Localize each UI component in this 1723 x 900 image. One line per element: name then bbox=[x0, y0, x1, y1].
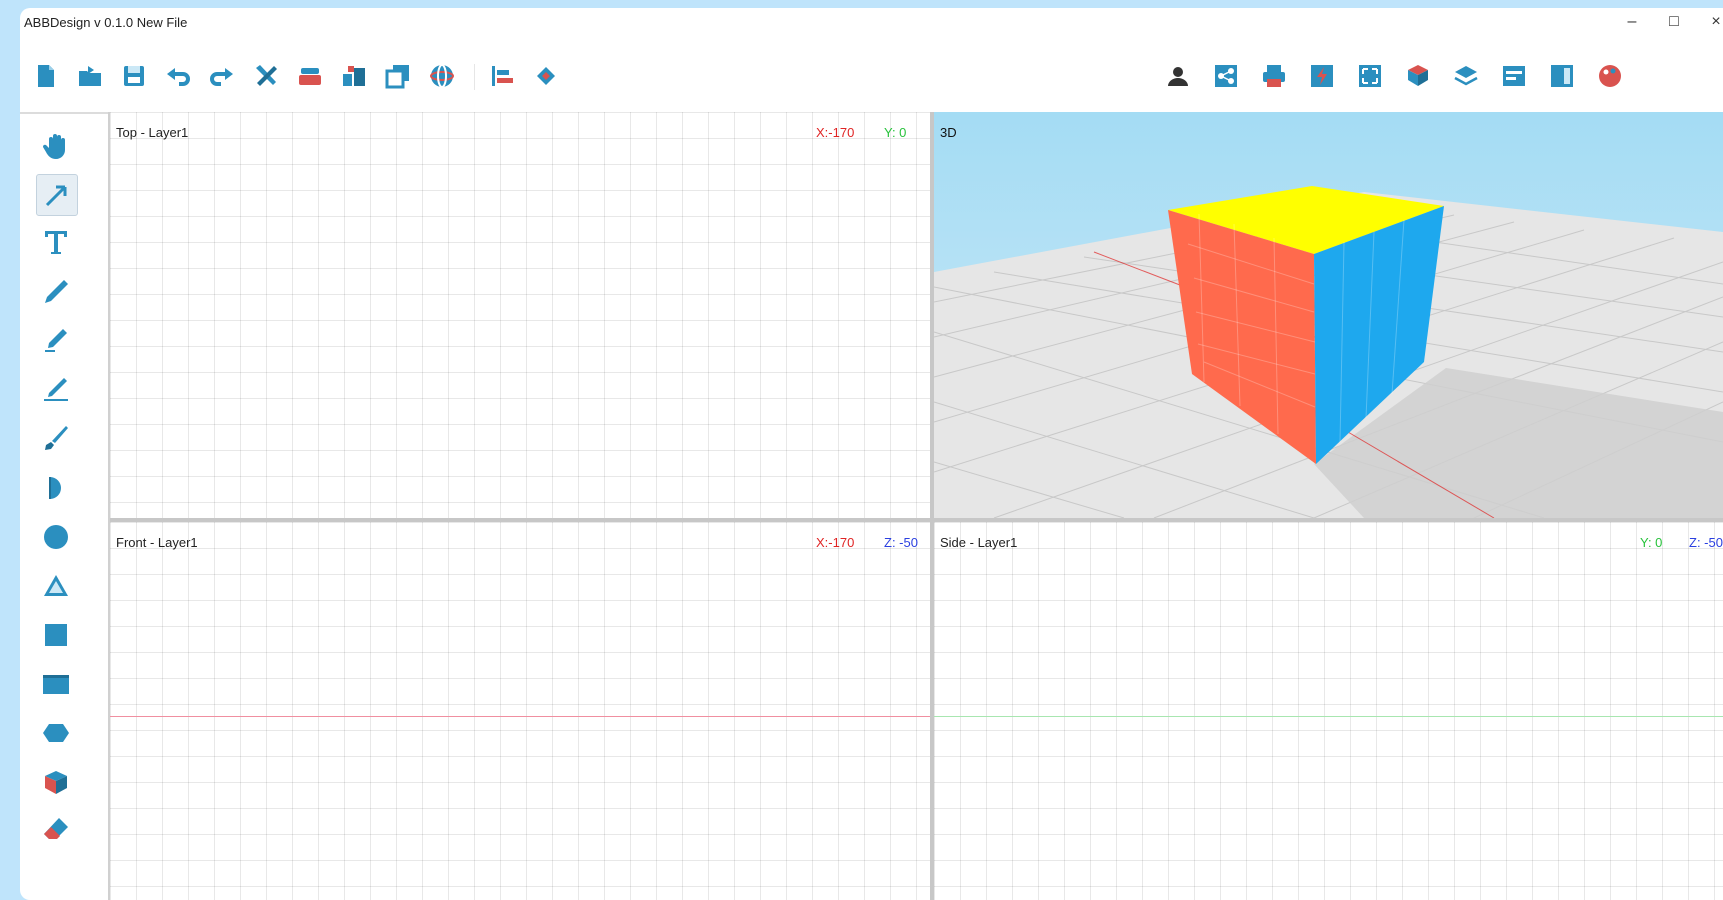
fit-view-icon[interactable] bbox=[1354, 60, 1386, 92]
3d-viewport[interactable]: 3D bbox=[934, 112, 1723, 518]
tool-palette bbox=[20, 112, 110, 900]
horizontal-splitter[interactable] bbox=[110, 518, 1723, 522]
half-circle-icon[interactable] bbox=[36, 468, 76, 508]
front-x-axis-line bbox=[110, 716, 930, 717]
square-tool-icon[interactable] bbox=[36, 615, 76, 655]
stamp-icon[interactable] bbox=[294, 60, 326, 92]
undo-icon[interactable] bbox=[162, 60, 194, 92]
side-viewport[interactable]: Side - Layer1 Y: 0 Z: -50 bbox=[934, 522, 1723, 900]
front-viewport-label: Front - Layer1 bbox=[116, 535, 198, 550]
share-icon[interactable] bbox=[1210, 60, 1242, 92]
close-button[interactable]: × bbox=[1696, 10, 1723, 34]
3d-viewport-label: 3D bbox=[940, 125, 957, 140]
new-file-icon[interactable] bbox=[30, 60, 62, 92]
main-toolbar bbox=[20, 36, 1723, 114]
minimize-button[interactable]: – bbox=[1612, 10, 1652, 34]
front-z-coordinate: Z: -50 bbox=[884, 535, 918, 550]
split-view-icon[interactable] bbox=[1546, 60, 1578, 92]
top-x-coordinate: X:-170 bbox=[816, 125, 855, 140]
window-title: ABBDesign v 0.1.0 New File bbox=[24, 15, 188, 30]
copy-shape-icon[interactable] bbox=[382, 60, 414, 92]
circle-tool-icon[interactable] bbox=[36, 517, 76, 557]
user-icon[interactable] bbox=[1162, 60, 1194, 92]
print-icon[interactable] bbox=[1258, 60, 1290, 92]
top-viewport-label: Top - Layer1 bbox=[116, 125, 189, 140]
3d-scene bbox=[934, 112, 1723, 518]
align-icon[interactable] bbox=[486, 60, 518, 92]
redo-icon[interactable] bbox=[206, 60, 238, 92]
layers-icon[interactable] bbox=[1450, 60, 1482, 92]
eraser-icon[interactable] bbox=[36, 810, 76, 850]
tools-icon[interactable] bbox=[250, 60, 282, 92]
ellipse-tool-icon[interactable] bbox=[36, 713, 76, 753]
shape-fill-icon[interactable] bbox=[1402, 60, 1434, 92]
pencil-tool-icon[interactable] bbox=[36, 320, 76, 360]
front-x-coordinate: X:-170 bbox=[816, 535, 855, 550]
side-y-axis-line bbox=[934, 716, 1723, 717]
box-3d-icon[interactable] bbox=[36, 762, 76, 802]
side-z-coordinate: Z: -50 bbox=[1689, 535, 1723, 550]
front-viewport[interactable]: Front - Layer1 X:-170 Z: -50 bbox=[110, 522, 930, 900]
toolbar-separator bbox=[474, 64, 475, 90]
application-window: ABBDesign v 0.1.0 New File – □ × Top - L… bbox=[20, 8, 1723, 900]
vertical-splitter[interactable] bbox=[930, 112, 934, 900]
diamond-nodes-icon[interactable] bbox=[530, 60, 562, 92]
palette-icon[interactable] bbox=[1594, 60, 1626, 92]
open-file-icon[interactable] bbox=[74, 60, 106, 92]
brush-tool-icon[interactable] bbox=[36, 418, 76, 458]
save-icon[interactable] bbox=[118, 60, 150, 92]
globe-icon[interactable] bbox=[426, 60, 458, 92]
settings-panel-icon[interactable] bbox=[1498, 60, 1530, 92]
side-y-coordinate: Y: 0 bbox=[1640, 535, 1663, 550]
hand-tool-icon[interactable] bbox=[36, 126, 76, 166]
top-viewport[interactable]: Top - Layer1 X:-170 Y: 0 bbox=[110, 112, 930, 518]
top-y-coordinate: Y: 0 bbox=[884, 125, 907, 140]
stack-icon[interactable] bbox=[338, 60, 370, 92]
text-tool-icon[interactable] bbox=[36, 222, 76, 262]
select-arrow-icon[interactable] bbox=[36, 174, 78, 216]
maximize-button[interactable]: □ bbox=[1654, 10, 1694, 34]
triangle-tool-icon[interactable] bbox=[36, 566, 76, 606]
side-viewport-label: Side - Layer1 bbox=[940, 535, 1018, 550]
pen-tool-icon[interactable] bbox=[36, 272, 76, 312]
flash-icon[interactable] bbox=[1306, 60, 1338, 92]
rectangle-tool-icon[interactable] bbox=[36, 664, 76, 704]
title-bar: ABBDesign v 0.1.0 New File – □ × bbox=[20, 8, 1723, 36]
line-tool-icon[interactable] bbox=[36, 369, 76, 409]
